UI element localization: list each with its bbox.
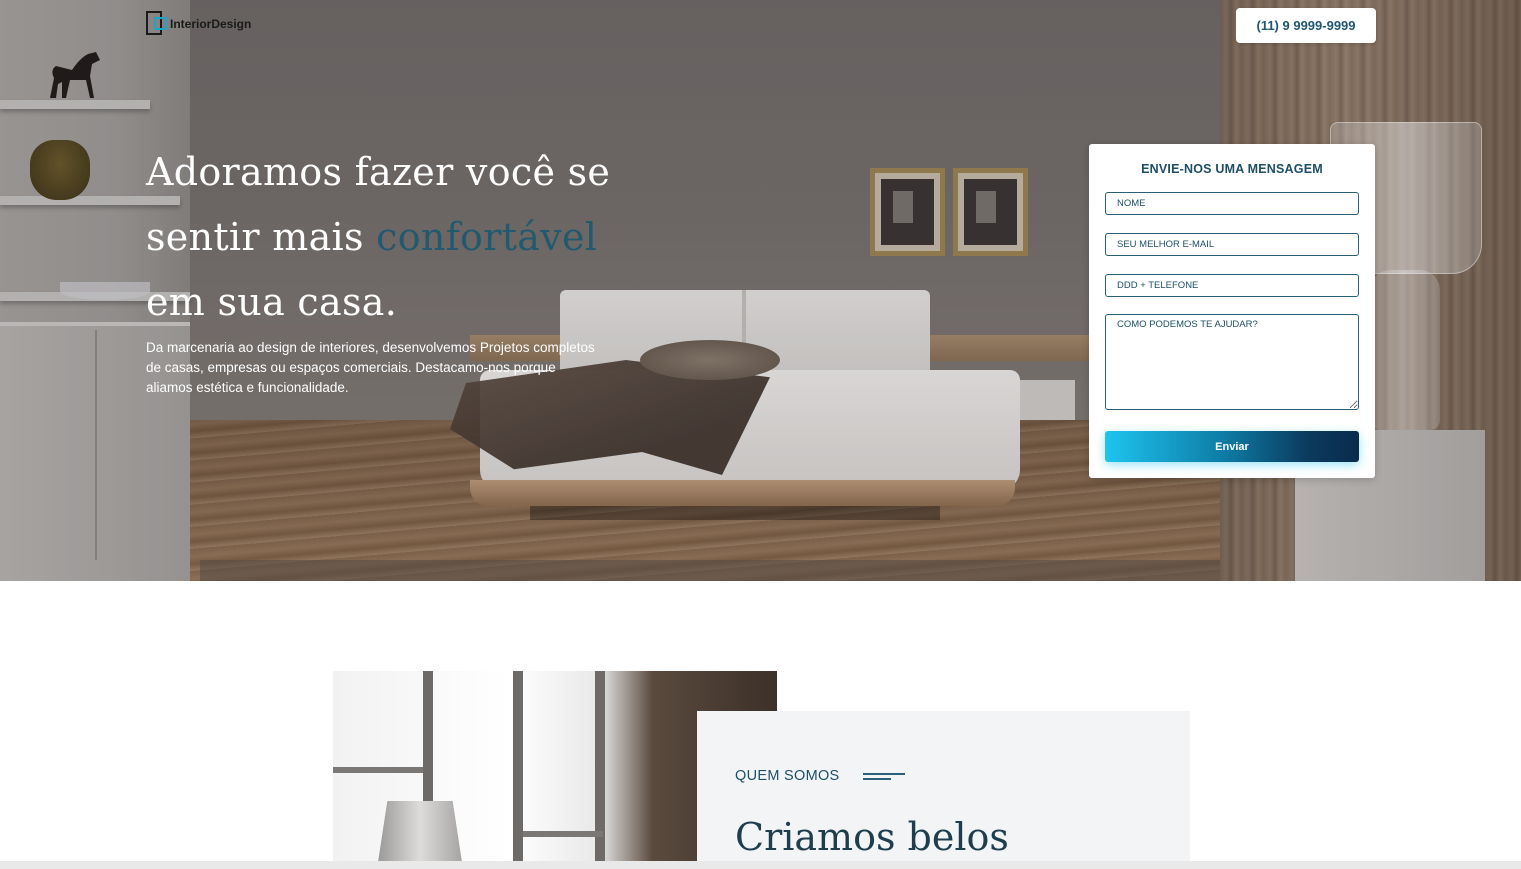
hero-headline-accent: confortável [376, 215, 598, 259]
about-window-mullion [595, 671, 605, 869]
square-frame-logo-icon [146, 11, 168, 37]
message-field[interactable] [1105, 314, 1359, 410]
about-window-transom [333, 767, 423, 773]
logo-link[interactable]: InteriorDesign [146, 10, 251, 38]
hero-lead-text: Da marcenaria ao design de interiores, d… [146, 340, 595, 395]
about-window-mullion [513, 671, 523, 869]
contact-form-title: ENVIE-NOS UMA MENSAGEM [1141, 162, 1323, 176]
horizontal-scrollbar[interactable] [0, 861, 1521, 869]
hero-headline-line3: em sua casa. [146, 280, 398, 324]
about-label: QUEM SOMOS [735, 768, 840, 784]
about-window-transom [523, 831, 603, 837]
hero-headline: Adoramos fazer você se sentir mais confo… [146, 140, 616, 335]
logo-text: InteriorDesign [170, 17, 252, 31]
about-card: QUEM SOMOS Criamos belos [697, 711, 1190, 869]
hero-headline-line2: sentir mais [146, 215, 377, 259]
email-field[interactable] [1105, 233, 1359, 256]
submit-button[interactable]: Enviar [1105, 431, 1359, 462]
about-lamp [377, 801, 463, 869]
name-field[interactable] [1105, 192, 1359, 215]
hero-headline-line1: Adoramos fazer você se [146, 150, 611, 194]
double-line-icon [863, 773, 905, 781]
contact-form: ENVIE-NOS UMA MENSAGEM Enviar [1089, 144, 1375, 478]
phone-button[interactable]: (11) 9 9999-9999 [1236, 8, 1376, 43]
about-title: Criamos belos [735, 815, 1009, 859]
phone-field[interactable] [1105, 274, 1359, 297]
